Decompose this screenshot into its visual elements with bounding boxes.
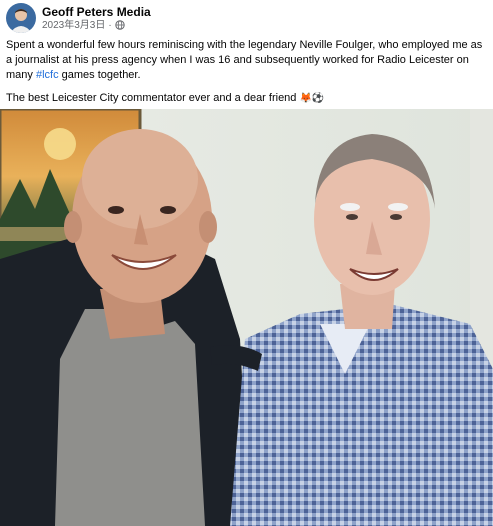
post-meta: Geoff Peters Media 2023年3月3日 · [42,5,151,32]
post-subline: 2023年3月3日 · [42,19,151,32]
facebook-post: Geoff Peters Media 2023年3月3日 · Spent a w… [0,0,493,526]
meta-separator: · [108,19,112,31]
photo-image [0,109,493,526]
post-paragraph-2: The best Leicester City commentator ever… [6,91,490,106]
hashtag-lcfc[interactable]: #lcfc [36,69,59,81]
author-avatar[interactable] [6,3,36,33]
post-paragraph-1: Spent a wonderful few hours reminiscing … [6,38,490,83]
post-header: Geoff Peters Media 2023年3月3日 · [6,3,151,33]
post-date[interactable]: 2023年3月3日 [42,19,105,32]
paragraph-1-end: games together. [58,69,141,81]
post-text: Spent a wonderful few hours reminiscing … [6,38,490,106]
globe-icon[interactable] [115,20,125,30]
post-photo[interactable] [0,109,493,526]
author-name[interactable]: Geoff Peters Media [42,5,151,19]
fox-football-emoji: 🦊⚽ [299,93,325,104]
paragraph-2-text: The best Leicester City commentator ever… [6,92,300,104]
